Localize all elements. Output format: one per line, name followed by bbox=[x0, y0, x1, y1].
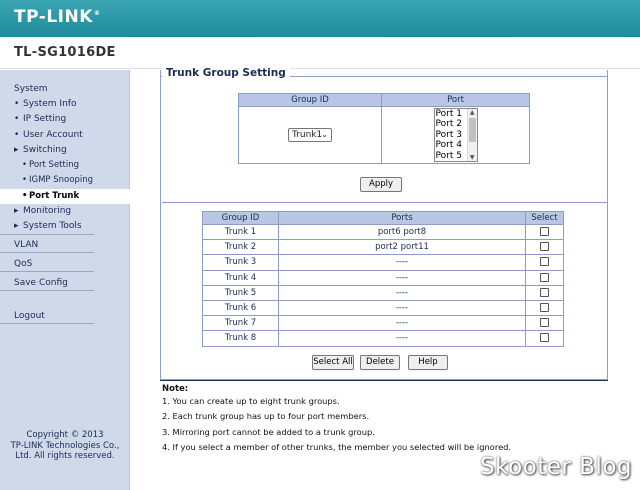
sidebar-item-monitoring[interactable]: ▸ Monitoring bbox=[0, 204, 130, 219]
sidebar-section-qos[interactable]: QoS bbox=[0, 257, 94, 272]
trunk-list-table: Group ID Ports Select Trunk 1 port6 port8… bbox=[202, 211, 564, 347]
sidebar-section-vlan[interactable]: VLAN bbox=[0, 238, 94, 253]
table-row: Trunk 6 ---- bbox=[202, 299, 564, 317]
table-row: Trunk 8 ---- bbox=[202, 330, 564, 347]
chevron-down-icon: ⌄ bbox=[321, 130, 328, 139]
table-row: Trunk 3 ---- bbox=[202, 254, 564, 271]
note-line: 3. Mirroring port cannot be added to a t… bbox=[162, 426, 375, 437]
column-header-port: Port bbox=[381, 93, 530, 107]
scroll-up-icon[interactable]: ▲ bbox=[470, 109, 475, 116]
row-select-checkbox[interactable] bbox=[540, 257, 549, 267]
group-id-select[interactable]: Trunk1 ⌄ bbox=[288, 128, 332, 142]
row-select-checkbox[interactable] bbox=[540, 287, 549, 297]
top-banner: TP-LINK® bbox=[0, 0, 640, 37]
table-row: Trunk 5 ---- bbox=[202, 284, 564, 301]
divider bbox=[162, 202, 608, 203]
sidebar-logout[interactable]: Logout bbox=[0, 309, 94, 324]
main-content: Trunk Group Setting Group ID Port Trunk1… bbox=[130, 67, 640, 490]
row-select-checkbox[interactable] bbox=[540, 318, 549, 328]
sidebar: System • System Info • IP Setting • User Ac… bbox=[0, 70, 130, 490]
row-select-checkbox[interactable] bbox=[540, 303, 549, 313]
trunk-config-table: Group ID Port Trunk1 ⌄ Port 1 Port 2 Port… bbox=[238, 93, 530, 164]
delete-button[interactable]: Delete bbox=[360, 355, 400, 370]
sidebar-item-port-setting[interactable]: • Port Setting bbox=[0, 158, 130, 173]
note-line: 4. If you select a member of other trunk… bbox=[162, 441, 512, 452]
scroll-down-icon[interactable]: ▼ bbox=[470, 154, 475, 161]
model-name: TL-SG1016DE bbox=[14, 45, 116, 60]
column-header-ports: Ports bbox=[278, 211, 526, 225]
table-row: Trunk 2 port2 port11 bbox=[202, 239, 564, 256]
watermark: Skooter Blog bbox=[479, 454, 632, 480]
table-row: Trunk 1 port6 port8 bbox=[202, 223, 564, 241]
tp-link-logo: TP-LINK® bbox=[14, 7, 101, 27]
notes-title: Note: bbox=[162, 384, 189, 394]
column-header-select: Select bbox=[525, 211, 564, 225]
sidebar-section-save-config[interactable]: Save Config bbox=[0, 276, 94, 291]
notes-section: Note: 1. You can create up to eight trun… bbox=[160, 380, 608, 455]
table-row: Trunk 4 ---- bbox=[202, 269, 564, 286]
column-header-group-id: Group ID bbox=[202, 211, 279, 225]
apply-button[interactable]: Apply bbox=[360, 177, 402, 192]
row-select-checkbox[interactable] bbox=[540, 227, 549, 237]
sidebar-item-user-account[interactable]: • User Account bbox=[0, 128, 130, 143]
scrollbar-thumb[interactable] bbox=[468, 118, 476, 142]
sidebar-nav: System • System Info • IP Setting • User Ac… bbox=[0, 82, 130, 328]
row-select-checkbox[interactable] bbox=[540, 333, 549, 343]
table-row: Trunk 7 ---- bbox=[202, 315, 564, 332]
note-line: 1. You can create up to eight trunk grou… bbox=[162, 396, 340, 406]
expand-triangle-icon: ▸ bbox=[14, 206, 19, 217]
expand-triangle-icon: ▸ bbox=[14, 221, 19, 232]
port-listbox[interactable]: Port 1 Port 2 Port 3 Port 4 Port 5 ▲ ▼ bbox=[433, 108, 478, 162]
sidebar-section-system[interactable]: System bbox=[0, 82, 94, 97]
column-header-group-id: Group ID bbox=[238, 93, 382, 107]
select-all-button[interactable]: Select All bbox=[312, 355, 354, 370]
expand-triangle-icon: ▸ bbox=[14, 144, 19, 155]
sidebar-item-switching[interactable]: ▸ Switching bbox=[0, 143, 130, 158]
row-select-checkbox[interactable] bbox=[540, 272, 549, 282]
listbox-scrollbar[interactable]: ▲ ▼ bbox=[466, 109, 477, 161]
page-title: Trunk Group Setting bbox=[162, 67, 290, 79]
model-bar: TL-SG1016DE bbox=[0, 37, 640, 69]
sidebar-item-igmp-snooping[interactable]: • IGMP Snooping bbox=[0, 173, 130, 188]
note-line: 2. Each trunk group has up to four port … bbox=[162, 411, 370, 422]
help-button[interactable]: Help bbox=[408, 355, 448, 370]
sidebar-item-system-tools[interactable]: ▸ System Tools bbox=[0, 219, 94, 235]
row-select-checkbox[interactable] bbox=[540, 242, 549, 252]
sidebar-item-ip-setting[interactable]: • IP Setting bbox=[0, 112, 130, 127]
sidebar-item-system-info[interactable]: • System Info bbox=[0, 97, 130, 112]
sidebar-item-port-trunk[interactable]: • Port Trunk bbox=[0, 188, 130, 205]
copyright: Copyright © 2013 TP-LINK Technologies Co… bbox=[10, 430, 120, 461]
